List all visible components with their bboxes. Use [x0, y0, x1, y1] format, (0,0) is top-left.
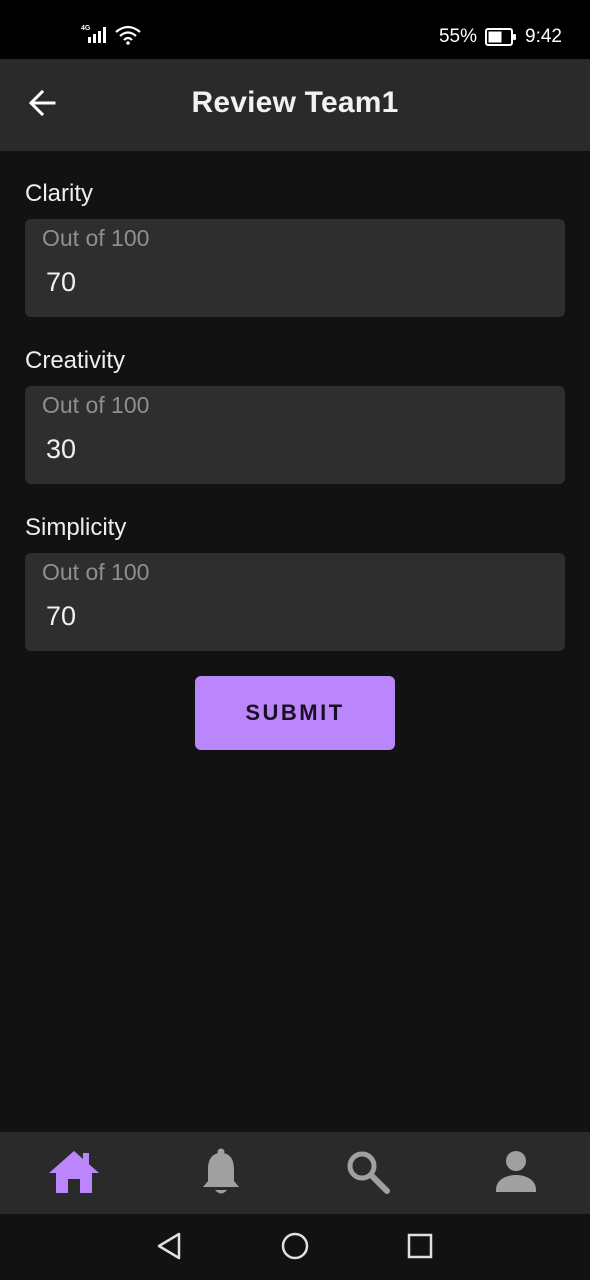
system-nav [0, 1214, 590, 1280]
system-recents-button[interactable] [400, 1228, 440, 1268]
screen: 4G 55% 9:42 Review Team1 Clarity Out of … [0, 0, 590, 1280]
page-title: Review Team1 [191, 86, 399, 119]
battery-icon [485, 28, 517, 46]
nav-search[interactable] [340, 1146, 396, 1202]
status-bar: 4G 55% 9:42 [0, 0, 590, 59]
home-circle-icon [280, 1231, 310, 1266]
nav-notifications[interactable] [193, 1146, 249, 1202]
clarity-input[interactable]: Out of 100 70 [25, 219, 565, 317]
creativity-label: Creativity [25, 347, 126, 374]
creativity-placeholder: Out of 100 [42, 392, 150, 418]
network-type: 4G [81, 25, 91, 32]
clarity-label: Clarity [25, 180, 94, 207]
clarity-value: 70 [46, 267, 77, 297]
simplicity-value: 70 [46, 601, 77, 631]
signal-icon: 4G [80, 23, 110, 50]
clarity-placeholder: Out of 100 [42, 225, 150, 251]
system-home-button[interactable] [275, 1228, 315, 1268]
submit-button[interactable]: SUBMIT [195, 676, 395, 750]
recents-square-icon [406, 1232, 434, 1265]
bell-icon [200, 1147, 242, 1202]
nav-profile[interactable] [488, 1146, 544, 1202]
simplicity-placeholder: Out of 100 [42, 559, 150, 585]
clock: 9:42 [525, 26, 562, 47]
simplicity-input[interactable]: Out of 100 70 [25, 553, 565, 651]
back-triangle-icon [155, 1231, 183, 1266]
nav-home[interactable] [46, 1146, 102, 1202]
system-back-button[interactable] [149, 1228, 189, 1268]
wifi-icon [114, 23, 142, 50]
home-icon [47, 1149, 101, 1200]
battery-percent: 55% [438, 26, 478, 47]
creativity-value: 30 [46, 434, 77, 464]
status-left: 4G [80, 24, 142, 48]
status-right: 55% 9:42 [439, 22, 562, 52]
person-icon [495, 1150, 537, 1199]
app-bar: Review Team1 [0, 59, 590, 151]
simplicity-label: Simplicity [25, 514, 127, 541]
bottom-nav [0, 1132, 590, 1214]
search-icon [345, 1149, 391, 1200]
creativity-input[interactable]: Out of 100 30 [25, 386, 565, 484]
